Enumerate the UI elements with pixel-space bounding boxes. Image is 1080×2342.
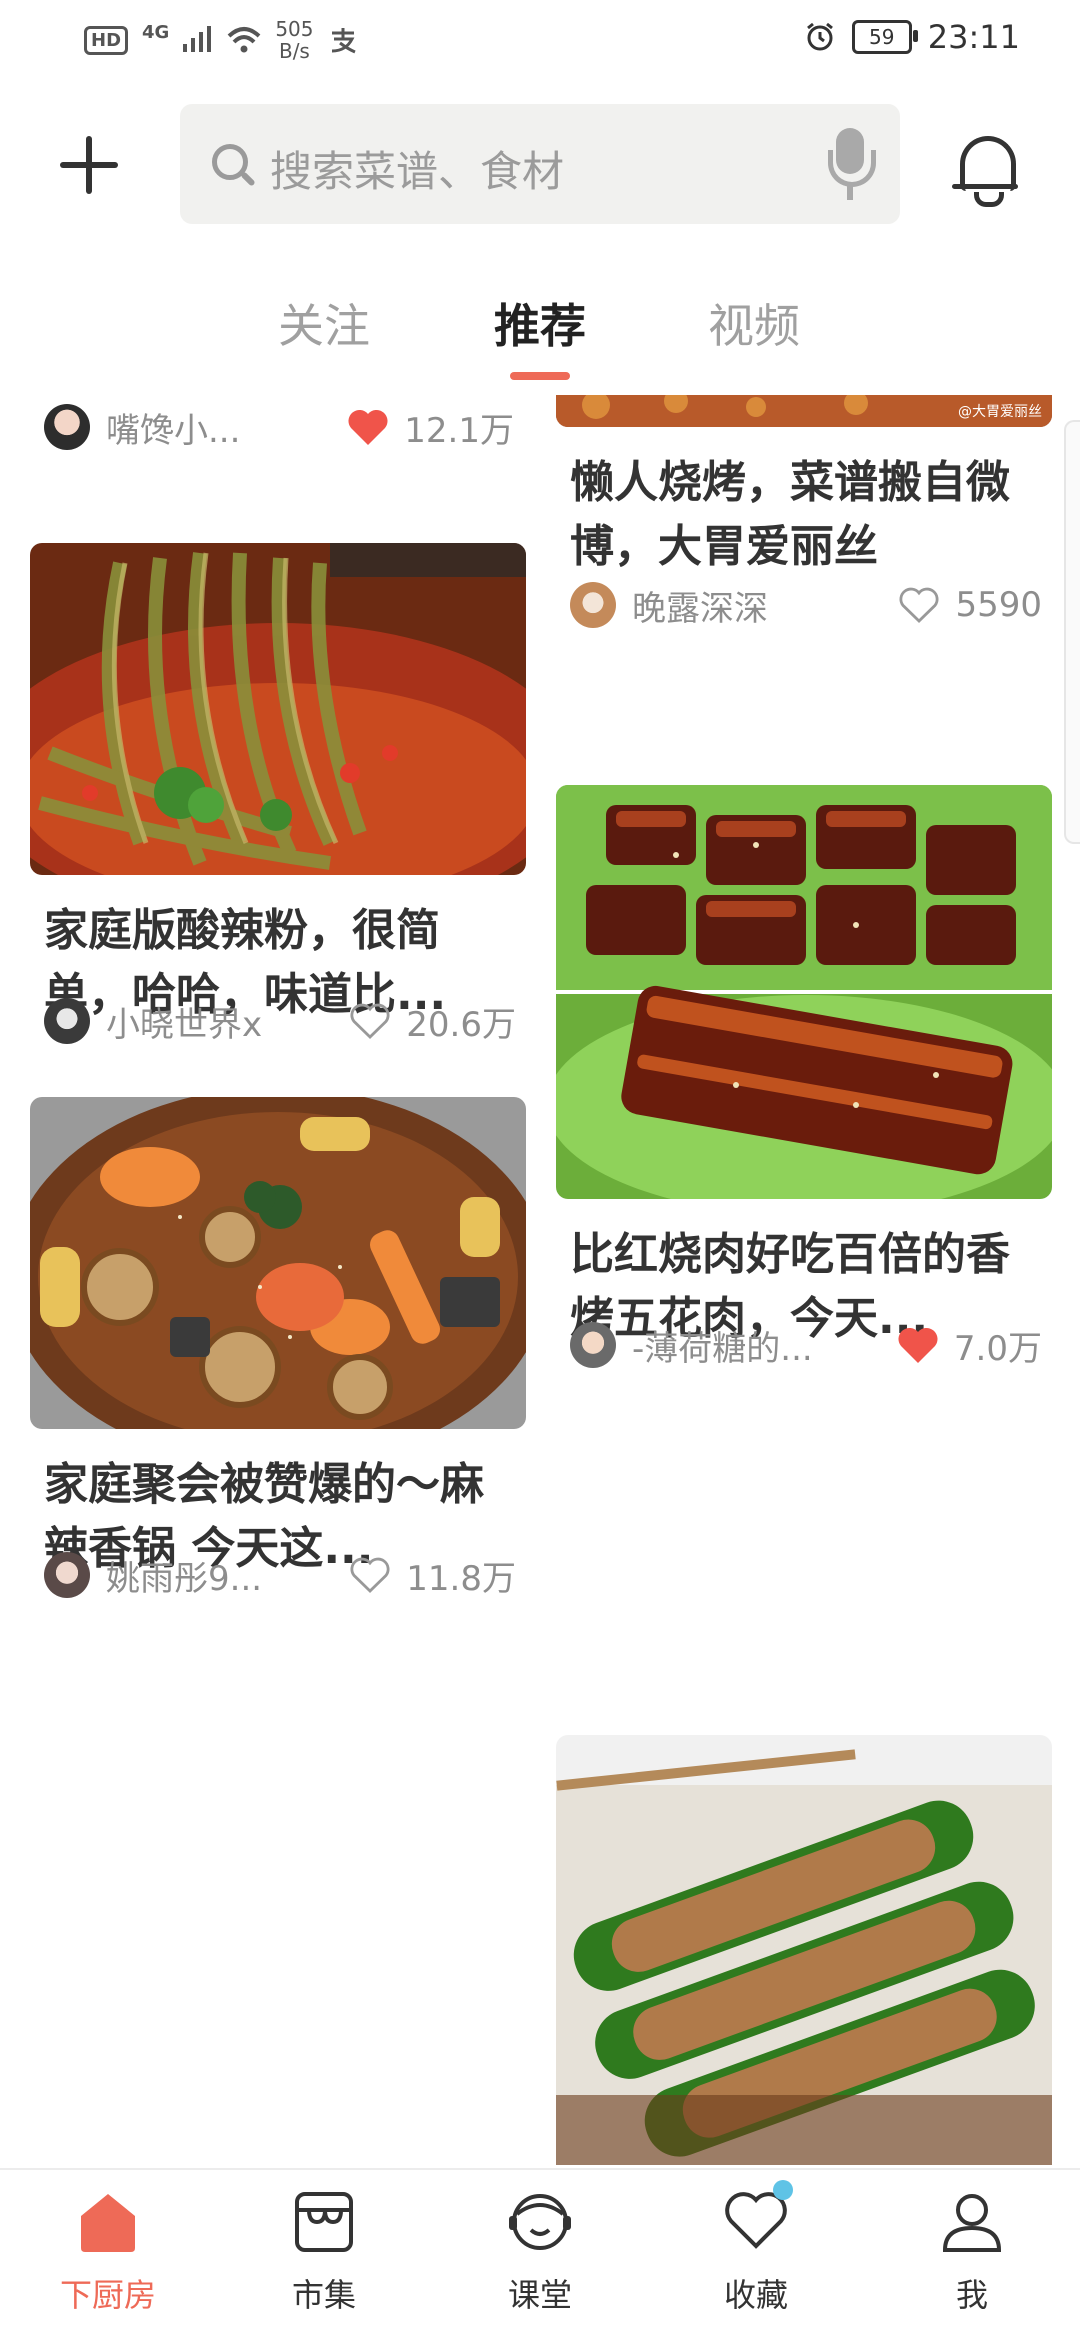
nav-label: 课堂 [507,2276,572,2314]
home-icon [73,2186,143,2256]
tab-video[interactable]: 视频 [708,290,800,356]
alipay-icon [331,28,356,54]
avatar[interactable] [44,998,90,1044]
avatar[interactable] [44,404,90,450]
recipe-card-meta: 姚雨彤9... 11.8万 [44,1547,516,1603]
nav-label: 我 [955,2276,988,2314]
author-name[interactable]: 嘴馋小... [106,403,344,452]
battery-icon: 59 [851,20,918,54]
recipe-title[interactable]: 懒人烧烤，菜谱搬自微博，大胃爱丽丝 [556,451,1052,579]
avatar[interactable] [570,1322,616,1368]
nav-item-market[interactable]: 市集 [254,2186,394,2316]
recipe-image[interactable] [556,785,1052,1199]
add-button[interactable] [52,128,128,204]
hd-icon: HD [84,25,129,55]
nav-item-class[interactable]: 课堂 [470,2186,610,2316]
like-button[interactable]: 7.0万 [894,1321,1042,1370]
like-button[interactable]: 12.1万 [344,403,514,452]
nav-item-me[interactable]: 我 [902,2186,1042,2316]
recipe-card[interactable]: 家庭聚会被赞爆的～麻辣香锅 今天这... 姚雨彤9... 11.8万 [30,1097,526,1599]
active-tab-indicator [510,372,570,380]
like-count: 11.8万 [406,1558,516,1599]
author-name[interactable]: 晚露深深 [632,581,895,630]
notification-bell-icon[interactable] [952,128,1022,207]
recipe-card-meta: 嘴馋小... 12.1万 [44,399,514,455]
nav-item-favorites[interactable]: 收藏 [686,2180,826,2316]
microphone-icon[interactable] [826,128,876,202]
recipe-photo-stuffed-peppers [556,1735,1052,2165]
recipe-image[interactable]: @大胃爱丽丝 [556,395,1052,427]
author-name[interactable]: 小晓世界x [106,997,346,1046]
like-count: 5590 [955,585,1042,625]
heart-filled-icon [898,1327,938,1363]
nav-item-home[interactable]: 下厨房 [38,2186,178,2316]
classroom-icon [505,2186,575,2256]
nav-label: 市集 [291,2276,356,2314]
recipe-card[interactable]: 家庭版酸辣粉，很简单，哈哈，味道比... 小晓世界x 20.6万 [30,543,526,1045]
shop-icon [289,2186,359,2256]
recipe-card[interactable] [556,1735,1052,2165]
tab-recommend[interactable]: 推荐 [494,290,586,356]
net-speed: 505 B/s [275,17,314,63]
author-name[interactable]: -薄荷糖的... [632,1321,894,1370]
signal-icon [183,26,212,52]
avatar[interactable] [570,582,616,628]
recipe-photo-noodles [30,543,526,875]
recipe-image[interactable] [30,543,526,875]
recipe-card-meta: 晚露深深 5590 [570,577,1042,633]
search-bar[interactable]: 搜索菜谱、食材 [180,104,900,224]
like-count: 20.6万 [406,1004,516,1045]
recipe-card-meta: -薄荷糖的... 7.0万 [570,1317,1042,1373]
recipe-card[interactable]: @大胃爱丽丝 懒人烧烤，菜谱搬自微博，大胃爱丽丝 晚露深深 5590 [556,395,1052,629]
recipe-feed[interactable]: 嘴馋小... 12.1万 家庭版酸辣粉，很简单，哈哈，味道比... 小晓世界x … [0,395,1080,2165]
tab-follow[interactable]: 关注 [278,290,370,356]
status-left: HD 4G 505 B/s [84,18,358,62]
like-button[interactable]: 11.8万 [346,1551,516,1600]
search-placeholder: 搜索菜谱、食材 [270,147,565,196]
feed-tabs: 关注 推荐 视频 [0,280,1080,380]
feed-scrollbar[interactable] [1064,420,1080,844]
heart-outline-icon [350,1003,390,1039]
status-right: 59 23:11 [804,18,1020,56]
like-count: 12.1万 [404,410,514,451]
like-button[interactable]: 5590 [895,581,1042,629]
like-button[interactable]: 20.6万 [346,997,516,1046]
heart-filled-icon [348,409,388,445]
author-name[interactable]: 姚雨彤9... [106,1551,346,1600]
header: 搜索菜谱、食材 [0,104,1080,224]
recipe-photo-pork-belly [556,785,1052,1199]
image-watermark: @大胃爱丽丝 [958,404,1042,420]
like-count: 7.0万 [953,1328,1042,1369]
heart-outline-icon [350,1557,390,1593]
heart-icon [721,2180,793,2256]
avatar[interactable] [44,1552,90,1598]
user-icon [937,2186,1007,2256]
recipe-card[interactable]: 比红烧肉好吃百倍的香烤五花肉，今天... -薄荷糖的... 7.0万 [556,785,1052,1369]
recipe-image[interactable] [30,1097,526,1429]
heart-outline-icon [900,587,939,623]
alarm-icon [806,22,833,51]
network-label: 4G [142,21,170,43]
recipe-image[interactable] [556,1735,1052,2165]
clock: 23:11 [927,18,1020,56]
search-icon [212,144,248,180]
bottom-navigation: 下厨房 市集 课堂 收藏 我 [0,2168,1080,2342]
nav-label: 下厨房 [59,2276,156,2314]
recipe-photo-hotpot [30,1097,526,1429]
recipe-card-meta: 小晓世界x 20.6万 [44,993,516,1049]
wifi-icon [227,27,261,53]
notification-badge [773,2180,793,2200]
status-bar: HD 4G 505 B/s 59 23:11 [0,0,1080,80]
nav-label: 收藏 [723,2276,788,2314]
